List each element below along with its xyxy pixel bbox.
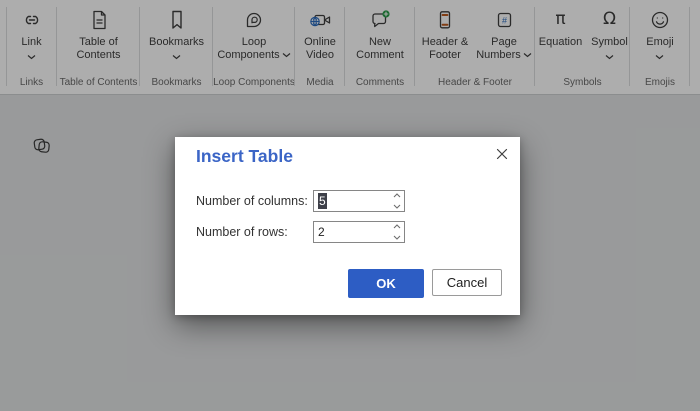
- rows-field-row: Number of rows: 2: [196, 221, 405, 243]
- ok-button[interactable]: OK: [348, 269, 424, 298]
- word-screen: Link Links Table of Contents Table of Co…: [0, 0, 700, 411]
- rows-value[interactable]: 2: [318, 225, 325, 239]
- rows-spinner: [393, 224, 401, 240]
- dialog-title: Insert Table: [196, 146, 293, 166]
- dialog-buttons: OK Cancel: [348, 269, 502, 298]
- spin-down-icon[interactable]: [393, 235, 401, 240]
- insert-table-dialog: Insert Table Number of columns: 5 Number…: [175, 137, 520, 315]
- spin-up-icon[interactable]: [393, 193, 401, 198]
- rows-input[interactable]: 2: [313, 221, 405, 243]
- dialog-fields: Number of columns: 5 Number of rows: 2: [196, 190, 405, 252]
- columns-spinner: [393, 193, 401, 209]
- columns-field-row: Number of columns: 5: [196, 190, 405, 212]
- columns-label: Number of columns:: [196, 194, 308, 208]
- cancel-button[interactable]: Cancel: [432, 269, 502, 296]
- rows-label: Number of rows:: [196, 225, 288, 239]
- columns-input[interactable]: 5: [313, 190, 405, 212]
- spin-up-icon[interactable]: [393, 224, 401, 229]
- close-icon[interactable]: [496, 148, 508, 160]
- columns-value[interactable]: 5: [318, 193, 327, 209]
- spin-down-icon[interactable]: [393, 204, 401, 209]
